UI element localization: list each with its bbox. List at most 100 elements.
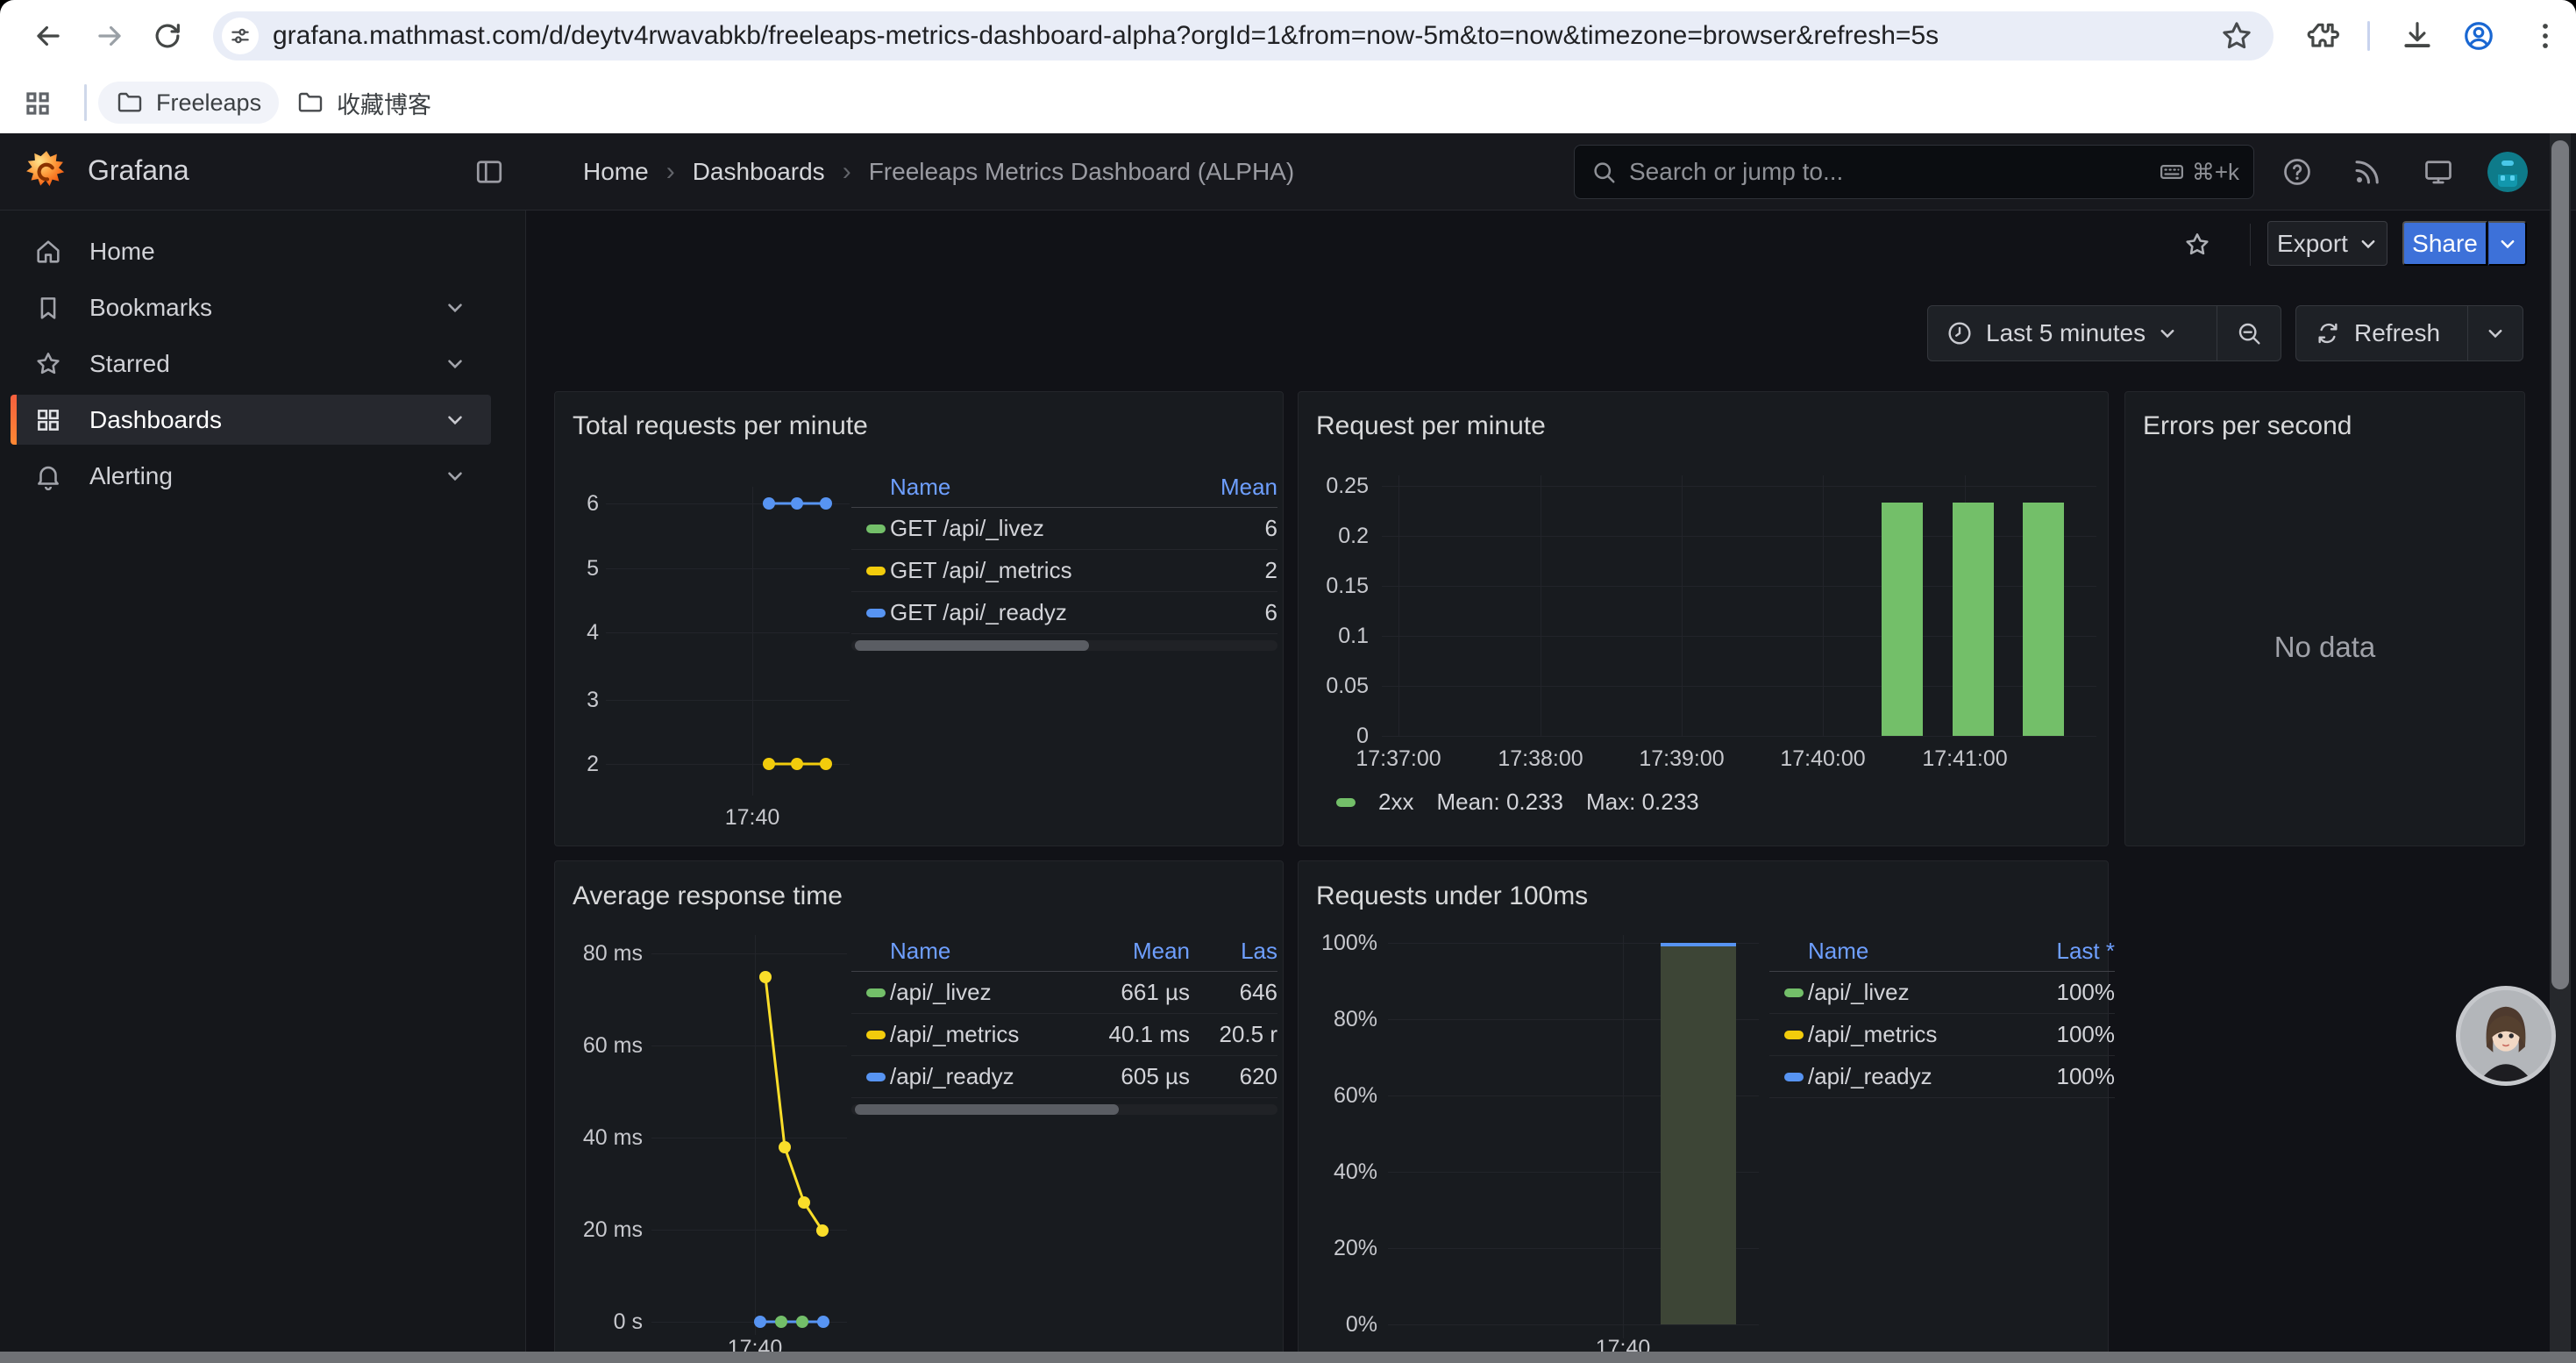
bar-under-100ms[interactable] bbox=[1661, 943, 1736, 1324]
bar-2xx[interactable] bbox=[2023, 503, 2064, 736]
panel-title[interactable]: Errors per second bbox=[2143, 411, 2352, 441]
sidebar-item-dashboards[interactable]: Dashboards bbox=[11, 395, 491, 445]
grafana-header: Grafana Home › Dashboards › Freeleaps Me… bbox=[0, 133, 2576, 211]
legend-header-name[interactable]: Name bbox=[890, 474, 1172, 501]
bookmark-label: 收藏博客 bbox=[337, 86, 431, 120]
search-input[interactable] bbox=[1629, 158, 2159, 186]
profile-icon[interactable] bbox=[2462, 19, 2495, 53]
scrollbar-thumb[interactable] bbox=[855, 640, 1089, 651]
chevron-down-icon[interactable] bbox=[444, 409, 466, 432]
legend-2xx[interactable]: 2xx Mean: 0.233 Max: 0.233 bbox=[1336, 789, 1699, 816]
gridline-vertical bbox=[1623, 935, 1624, 1338]
legend-row[interactable]: /api/_metrics 40.1 ms 20.5 r bbox=[851, 1014, 1277, 1056]
y-tick: 20% bbox=[1307, 1235, 1377, 1261]
reload-icon[interactable] bbox=[151, 19, 184, 53]
back-icon[interactable] bbox=[32, 19, 65, 53]
bookmark-folder-blogs[interactable]: 收藏博客 bbox=[279, 82, 449, 124]
bookmark-icon bbox=[33, 293, 63, 323]
grafana-brand[interactable]: Grafana bbox=[88, 154, 189, 187]
legend-header-name[interactable]: Name bbox=[890, 938, 1085, 965]
gridline bbox=[1388, 1324, 1759, 1325]
legend-header-last[interactable]: Last * bbox=[1983, 938, 2115, 965]
panel-title[interactable]: Requests under 100ms bbox=[1316, 881, 1588, 911]
legend-horizontal-scrollbar[interactable] bbox=[851, 640, 1277, 651]
y-tick: 5 bbox=[562, 555, 599, 582]
browser-menu-icon[interactable] bbox=[2529, 19, 2562, 53]
legend-horizontal-scrollbar[interactable] bbox=[851, 1104, 1277, 1115]
gridline bbox=[651, 1045, 847, 1046]
y-tick: 2 bbox=[562, 751, 599, 777]
keyboard-icon bbox=[2159, 159, 2185, 185]
sidebar-item-bookmarks[interactable]: Bookmarks bbox=[11, 282, 491, 332]
sidebar-toggle-icon[interactable] bbox=[473, 156, 505, 188]
gridline-vertical bbox=[755, 935, 756, 1335]
share-options-button[interactable] bbox=[2488, 221, 2527, 266]
legend-row[interactable]: /api/_readyz 605 µs 620 bbox=[851, 1056, 1277, 1098]
grafana-logo[interactable] bbox=[25, 149, 68, 193]
scrollbar-thumb[interactable] bbox=[855, 1104, 1119, 1115]
monitor-icon[interactable] bbox=[2423, 156, 2454, 188]
legend-header-last[interactable]: Las bbox=[1190, 938, 1277, 965]
legend-header-mean[interactable]: Mean bbox=[1085, 938, 1190, 965]
share-button[interactable]: Share bbox=[2402, 221, 2487, 266]
gridline bbox=[606, 700, 850, 701]
breadcrumb-dashboards[interactable]: Dashboards bbox=[693, 158, 825, 186]
legend-row[interactable]: GET /api/_metrics 2 bbox=[851, 550, 1277, 592]
sidebar-item-home[interactable]: Home bbox=[11, 226, 491, 276]
legend-row[interactable]: /api/_livez 100% bbox=[1769, 972, 2115, 1014]
legend-header-mean[interactable]: Mean bbox=[1172, 474, 1277, 501]
breadcrumb-home[interactable]: Home bbox=[583, 158, 649, 186]
panel-title[interactable]: Total requests per minute bbox=[573, 411, 868, 441]
gridline bbox=[606, 632, 850, 633]
sidebar-item-label: Dashboards bbox=[89, 406, 444, 434]
series-color-swatch bbox=[866, 988, 886, 997]
dashboards-grid-icon bbox=[33, 405, 63, 435]
y-tick: 0.05 bbox=[1307, 673, 1369, 699]
zoom-out-button[interactable] bbox=[2217, 306, 2281, 360]
legend-row[interactable]: /api/_livez 661 µs 646 bbox=[851, 972, 1277, 1014]
user-avatar[interactable] bbox=[2487, 152, 2528, 192]
legend-row[interactable]: GET /api/_readyz 6 bbox=[851, 592, 1277, 634]
help-icon[interactable] bbox=[2281, 156, 2313, 188]
sidebar-item-starred[interactable]: Starred bbox=[11, 339, 491, 389]
panel-title[interactable]: Average response time bbox=[573, 881, 843, 911]
forward-icon[interactable] bbox=[93, 19, 126, 53]
legend-table: Name Mean Las /api/_livez 661 µs 646 /ap… bbox=[851, 931, 1277, 1115]
panel-title[interactable]: Request per minute bbox=[1316, 411, 1546, 441]
url-input[interactable] bbox=[273, 21, 2219, 51]
horizontal-scrollbar[interactable] bbox=[0, 1352, 2576, 1363]
sidebar-item-label: Bookmarks bbox=[89, 294, 444, 322]
export-button[interactable]: Export bbox=[2267, 221, 2387, 266]
floating-assistant-avatar[interactable] bbox=[2456, 986, 2556, 1086]
bar-2xx[interactable] bbox=[1953, 503, 1994, 736]
apps-grid-icon[interactable] bbox=[21, 87, 54, 120]
downloads-icon[interactable] bbox=[2401, 19, 2434, 53]
y-tick: 80% bbox=[1307, 1006, 1377, 1032]
refresh-interval-button[interactable] bbox=[2467, 306, 2523, 360]
favorite-star-icon[interactable] bbox=[2182, 230, 2212, 260]
sidebar-item-alerting[interactable]: Alerting bbox=[11, 451, 491, 501]
refresh-button[interactable]: Refresh bbox=[2296, 306, 2467, 360]
extensions-icon[interactable] bbox=[2306, 19, 2339, 53]
search-box[interactable]: ⌘+k bbox=[1574, 145, 2254, 199]
legend-row[interactable]: GET /api/_livez 6 bbox=[851, 508, 1277, 550]
legend-row[interactable]: /api/_readyz 100% bbox=[1769, 1056, 2115, 1098]
bookmark-star-icon[interactable] bbox=[2219, 18, 2254, 54]
time-range-picker[interactable]: Last 5 minutes bbox=[1928, 306, 2217, 360]
chevron-down-icon[interactable] bbox=[444, 353, 466, 375]
y-tick: 0.2 bbox=[1307, 523, 1369, 549]
y-tick: 0.1 bbox=[1307, 623, 1369, 649]
refresh-icon bbox=[2314, 319, 2342, 347]
bookmark-folder-freeleaps[interactable]: Freeleaps bbox=[98, 82, 279, 124]
legend-header-name[interactable]: Name bbox=[1808, 938, 1983, 965]
bar-2xx[interactable] bbox=[1882, 503, 1923, 736]
vertical-scrollbar-thumb[interactable] bbox=[2551, 140, 2569, 989]
chevron-down-icon[interactable] bbox=[444, 296, 466, 319]
address-bar[interactable] bbox=[213, 11, 2274, 61]
sidebar: Home Bookmarks Starred Dashbo bbox=[0, 211, 526, 1363]
site-settings-icon[interactable] bbox=[222, 18, 259, 54]
chevron-down-icon[interactable] bbox=[444, 465, 466, 488]
gridline-vertical bbox=[1682, 475, 1683, 736]
legend-row[interactable]: /api/_metrics 100% bbox=[1769, 1014, 2115, 1056]
news-rss-icon[interactable] bbox=[2352, 156, 2383, 188]
